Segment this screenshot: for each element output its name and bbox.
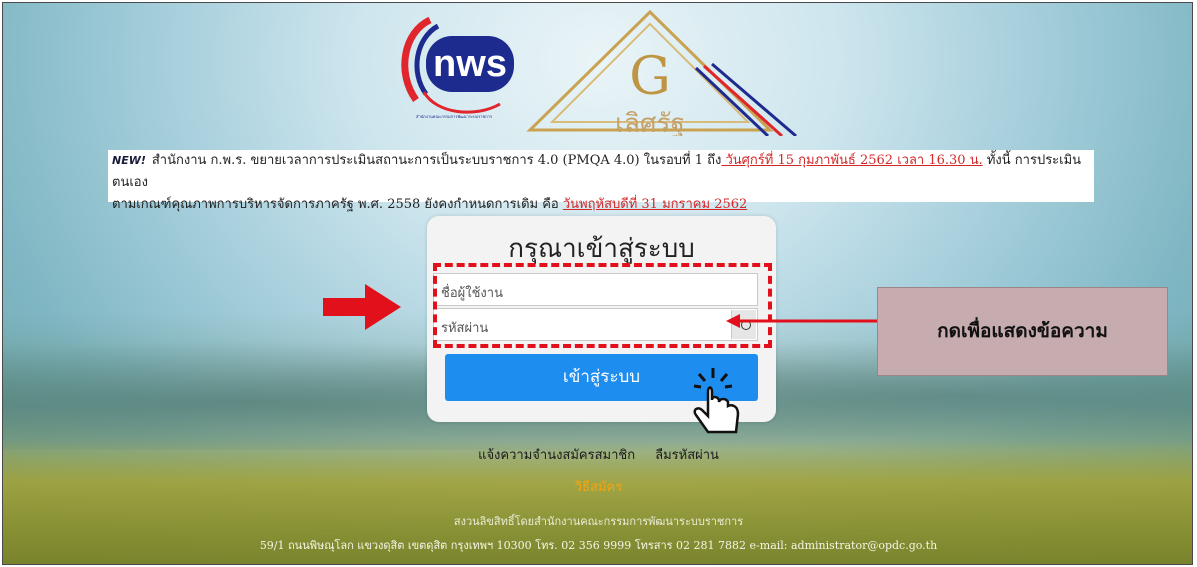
annotation-pointer-arrow-icon [726,314,878,328]
lertrat-logo-letter: G [629,47,671,107]
account-links: แจ้งความจำนงสมัครสมาชิก ลืมรหัสผ่าน [0,444,1197,465]
notice-line1-date[interactable]: วันศุกร์ที่ 15 กุมภาพันธ์ 2562 เวลา 16.3… [721,153,982,168]
notice-line2-date[interactable]: วันพฤหัสบดีที่ 31 มกราคม 2562 [563,197,747,212]
annotation-highlight-box [433,263,772,348]
notice-line2-text: ตามเกณฑ์คุณภาพการบริหารจัดการภาครัฐ พ.ศ.… [112,197,563,212]
lertrat-logo-subtext: เลิศรัฐ [615,109,685,136]
lertrat-logo: G เลิศรัฐ [526,9,797,136]
forgot-password-link[interactable]: ลืมรหัสผ่าน [655,448,719,463]
notify-member-link[interactable]: แจ้งความจำนงสมัครสมาชิก [478,448,635,463]
footer-copyright: สงวนลิขสิทธิ์โดยสำนักงานคณะกรรมการพัฒนาร… [453,515,744,528]
footer-address: 59/1 ถนนพิษณุโลก แขวงดุสิต เขตดุสิต กรุง… [259,539,938,552]
notice-line1-text: สำนักงาน ก.พ.ร. ขยายเวลาการประเมินสถานะก… [151,153,722,168]
new-badge: NEW! [112,154,146,167]
opdc-logo-seal-text: สำนักงานคณะกรรมการพัฒนาระบบราชการ [416,114,493,119]
annotation-arrow-right-icon [323,284,401,330]
page: nws สำนักงานคณะกรรมการพัฒนาระบบราชการ G … [0,0,1197,567]
how-to-signup-link[interactable]: วิธีสมัคร [0,476,1197,497]
annotation-callout: กดเพื่อแสดงข้อความ [877,287,1168,376]
news-notice: NEW! สำนักงาน ก.พ.ร. ขยายเวลาการประเมินสถ… [108,150,1094,212]
hand-cursor-icon [693,368,740,434]
opdc-logo-text: nws [433,43,507,85]
